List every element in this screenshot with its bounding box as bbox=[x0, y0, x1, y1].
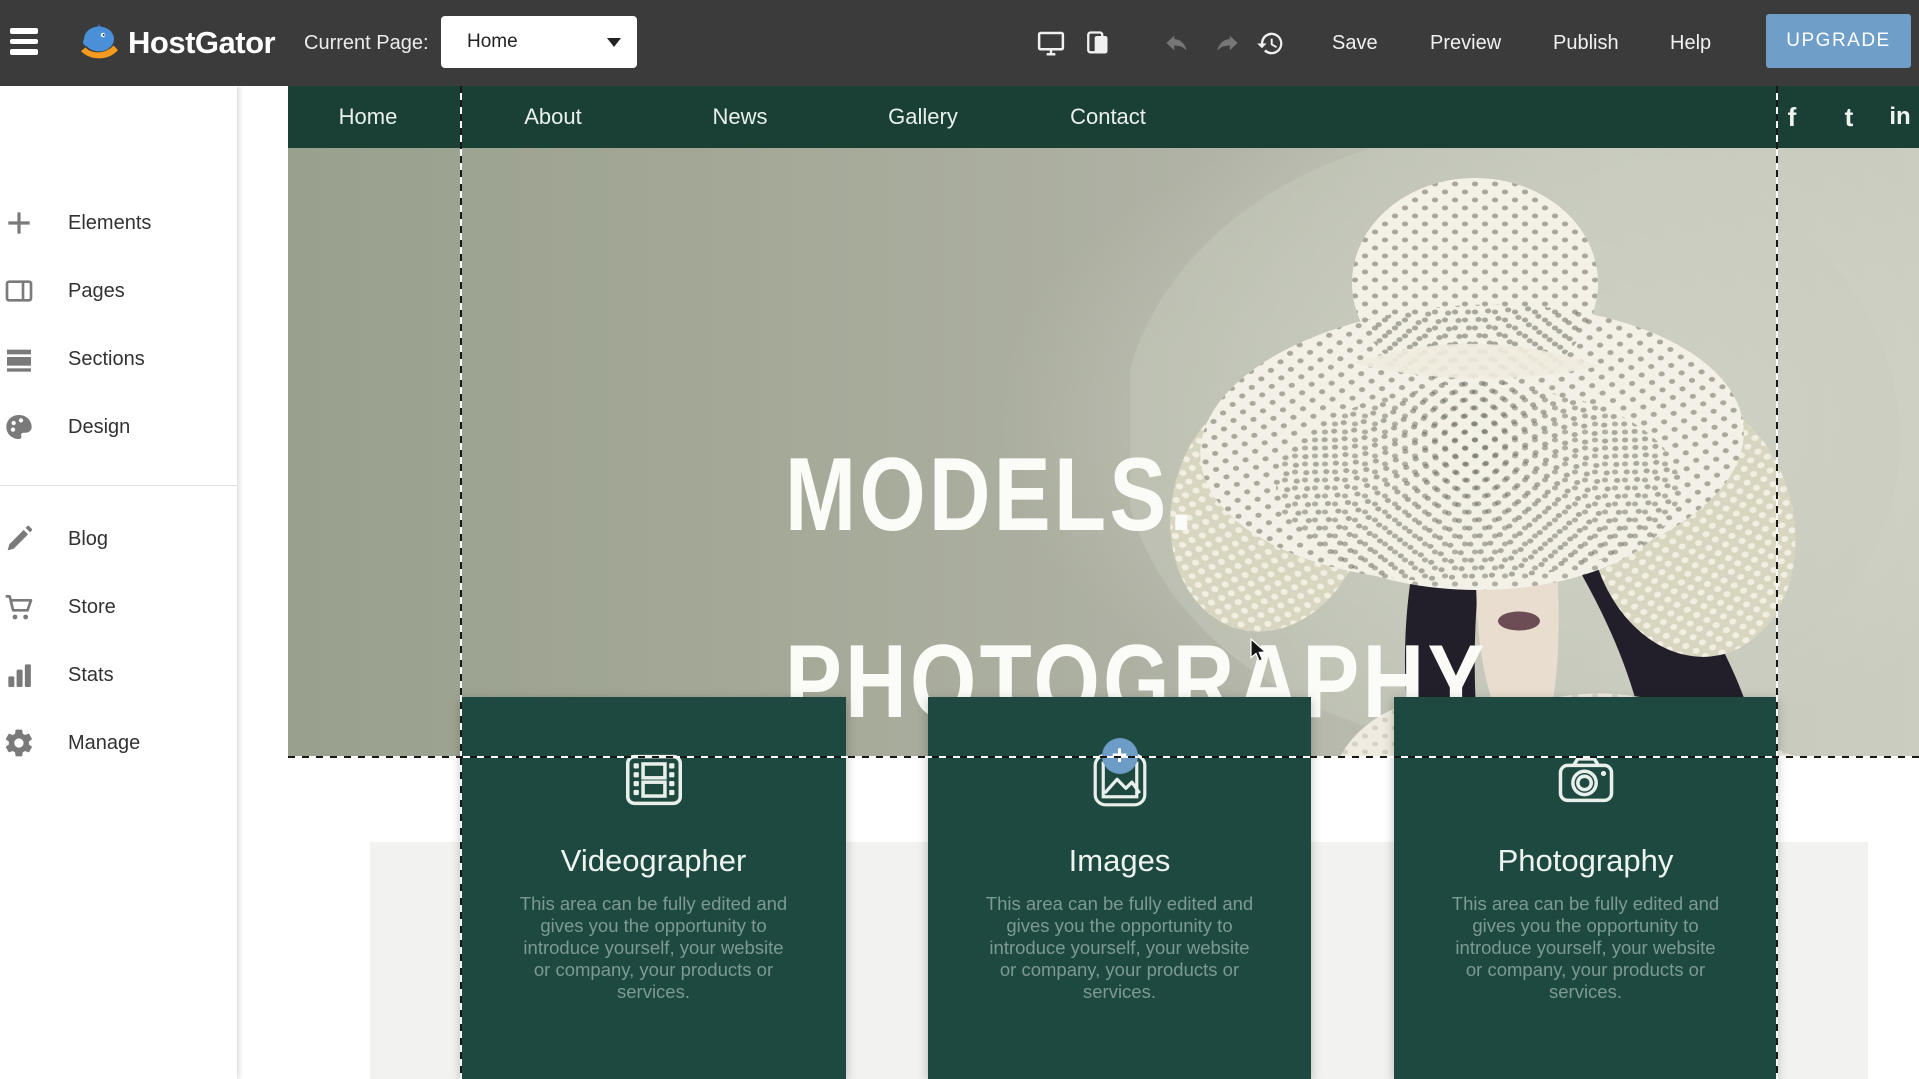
sidebar-item-label: Elements bbox=[68, 199, 151, 247]
plus-icon bbox=[3, 207, 35, 239]
mouse-cursor bbox=[1250, 638, 1272, 664]
card-title[interactable]: Photography bbox=[1394, 843, 1777, 879]
redo-icon[interactable] bbox=[1207, 0, 1247, 86]
bar-chart-icon bbox=[3, 659, 35, 691]
sidebar-item-label: Pages bbox=[68, 267, 125, 315]
sidebar-divider bbox=[0, 485, 237, 486]
card-body-text[interactable]: This area can be fully edited and gives … bbox=[982, 893, 1258, 1003]
selection-guide-bottom bbox=[288, 756, 1919, 758]
site-nav-news[interactable]: News bbox=[712, 86, 767, 148]
palette-icon bbox=[3, 411, 35, 443]
selection-guide-left bbox=[460, 86, 462, 1079]
undo-icon[interactable] bbox=[1156, 0, 1196, 86]
current-page-label: Current Page: bbox=[304, 0, 429, 86]
facebook-icon[interactable]: f bbox=[1788, 86, 1797, 148]
feature-card-photography[interactable]: Photography This area can be fully edite… bbox=[1394, 697, 1777, 1079]
preview-button[interactable]: Preview bbox=[1430, 0, 1501, 86]
help-button[interactable]: Help bbox=[1670, 0, 1711, 86]
save-button[interactable]: Save bbox=[1332, 0, 1378, 86]
hostgator-website-builder: Elements Pages Sections Design Blog bbox=[0, 0, 1919, 1079]
sidebar-item-elements[interactable]: Elements bbox=[0, 199, 237, 247]
card-body-text[interactable]: This area can be fully edited and gives … bbox=[516, 893, 792, 1003]
sidebar-item-blog[interactable]: Blog bbox=[0, 515, 237, 563]
card-body-text[interactable]: This area can be fully edited and gives … bbox=[1448, 893, 1724, 1003]
feature-card-images[interactable]: + Images This area can be fully edited a… bbox=[928, 697, 1311, 1079]
sidebar-item-store[interactable]: Store bbox=[0, 583, 237, 631]
sidebar-item-label: Manage bbox=[68, 719, 140, 767]
cart-icon bbox=[3, 591, 35, 623]
site-nav-about[interactable]: About bbox=[524, 86, 582, 148]
card-title[interactable]: Images bbox=[928, 843, 1311, 879]
sidebar: Elements Pages Sections Design Blog bbox=[0, 86, 237, 1079]
hero-section[interactable]: MODELS. PHOTOGRAPHY bbox=[288, 148, 1919, 757]
mobile-preview-icon[interactable] bbox=[1077, 0, 1117, 86]
chevron-down-icon bbox=[607, 38, 621, 47]
current-page-value: Home bbox=[467, 31, 518, 53]
twitter-icon[interactable]: t bbox=[1845, 86, 1854, 148]
site-nav-home[interactable]: Home bbox=[339, 86, 398, 148]
sidebar-item-stats[interactable]: Stats bbox=[0, 651, 237, 699]
logo-text: HostGator bbox=[128, 25, 275, 61]
gear-icon bbox=[3, 727, 35, 759]
sidebar-item-label: Design bbox=[68, 403, 130, 451]
pencil-icon bbox=[3, 523, 35, 555]
sidebar-item-label: Blog bbox=[68, 515, 108, 563]
hamburger-menu-icon[interactable] bbox=[10, 28, 38, 58]
card-title[interactable]: Videographer bbox=[461, 843, 846, 879]
hostgator-mascot-icon bbox=[76, 22, 122, 64]
site-navbar: Home About News Gallery Contact f t in bbox=[288, 86, 1919, 148]
sidebar-item-pages[interactable]: Pages bbox=[0, 267, 237, 315]
upgrade-button[interactable]: UPGRADE bbox=[1766, 14, 1911, 68]
site-nav-gallery[interactable]: Gallery bbox=[888, 86, 958, 148]
current-page-select[interactable]: Home bbox=[441, 16, 637, 68]
history-icon[interactable] bbox=[1250, 0, 1290, 86]
site-nav-contact[interactable]: Contact bbox=[1070, 86, 1146, 148]
sidebar-item-label: Sections bbox=[68, 335, 145, 383]
pages-icon bbox=[3, 275, 35, 307]
sidebar-item-design[interactable]: Design bbox=[0, 403, 237, 451]
sidebar-item-label: Stats bbox=[68, 651, 114, 699]
sidebar-item-label: Store bbox=[68, 583, 116, 631]
publish-button[interactable]: Publish bbox=[1553, 0, 1619, 86]
sidebar-item-sections[interactable]: Sections bbox=[0, 335, 237, 383]
sidebar-item-manage[interactable]: Manage bbox=[0, 719, 237, 767]
selection-guide-right bbox=[1776, 86, 1778, 1079]
hero-title-line1[interactable]: MODELS. bbox=[785, 436, 1196, 555]
linkedin-icon[interactable]: in bbox=[1889, 86, 1910, 148]
desktop-preview-icon[interactable] bbox=[1031, 0, 1071, 86]
topbar: HostGator Current Page: Home Save Previe… bbox=[0, 0, 1919, 86]
sections-icon bbox=[3, 343, 35, 375]
hostgator-logo: HostGator bbox=[76, 0, 275, 86]
feature-card-videographer[interactable]: Videographer This area can be fully edit… bbox=[461, 697, 846, 1079]
